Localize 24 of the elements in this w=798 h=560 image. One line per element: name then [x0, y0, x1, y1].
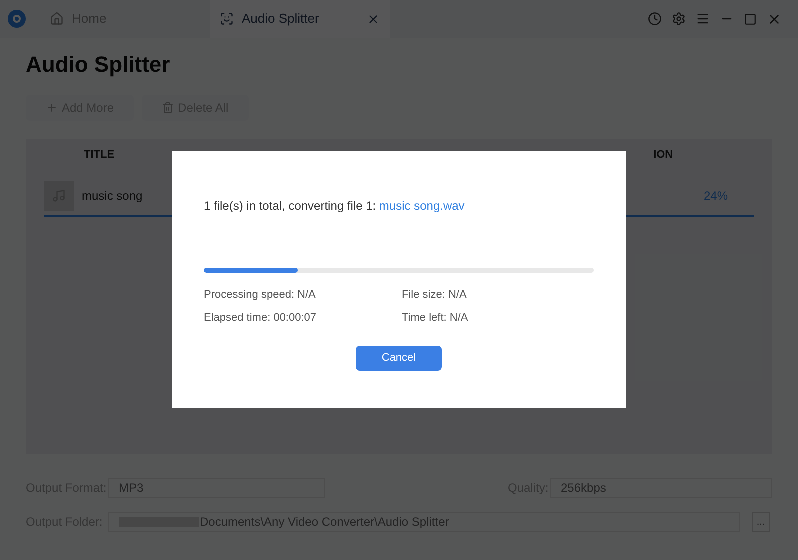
tab-icon — [220, 12, 234, 26]
stat-text: Time left: N/A — [402, 310, 470, 326]
stat-text: Processing speed: N/A — [204, 288, 317, 303]
trash-icon — [162, 102, 174, 114]
plus-icon — [46, 102, 58, 114]
browse-button[interactable]: ... — [752, 512, 770, 532]
app-logo-icon — [8, 10, 26, 28]
tab[interactable]: Audio Splitter — [210, 0, 390, 38]
converting-message: 1 file(s) in total, converting file 1: music song.wav — [204, 198, 466, 215]
stat-text: Elapsed time: 00:00:07 — [204, 310, 318, 326]
history-icon[interactable] — [648, 12, 662, 26]
close-tab-icon[interactable] — [367, 12, 380, 26]
page-title: Audio Splitter — [26, 51, 172, 79]
menu-icon[interactable] — [696, 12, 710, 26]
music-thumbnail-icon — [44, 181, 74, 211]
maximize-icon[interactable] — [744, 12, 757, 26]
column-header: TITLE — [84, 148, 115, 163]
settings-icon[interactable] — [672, 12, 686, 26]
file-title: music song — [82, 188, 143, 205]
stat-text: File size: N/A — [402, 288, 468, 303]
column-header: ION — [654, 148, 674, 163]
cancel-button[interactable]: Cancel — [356, 346, 442, 371]
progress-percent: 24% — [704, 188, 728, 205]
home-icon — [50, 12, 64, 26]
